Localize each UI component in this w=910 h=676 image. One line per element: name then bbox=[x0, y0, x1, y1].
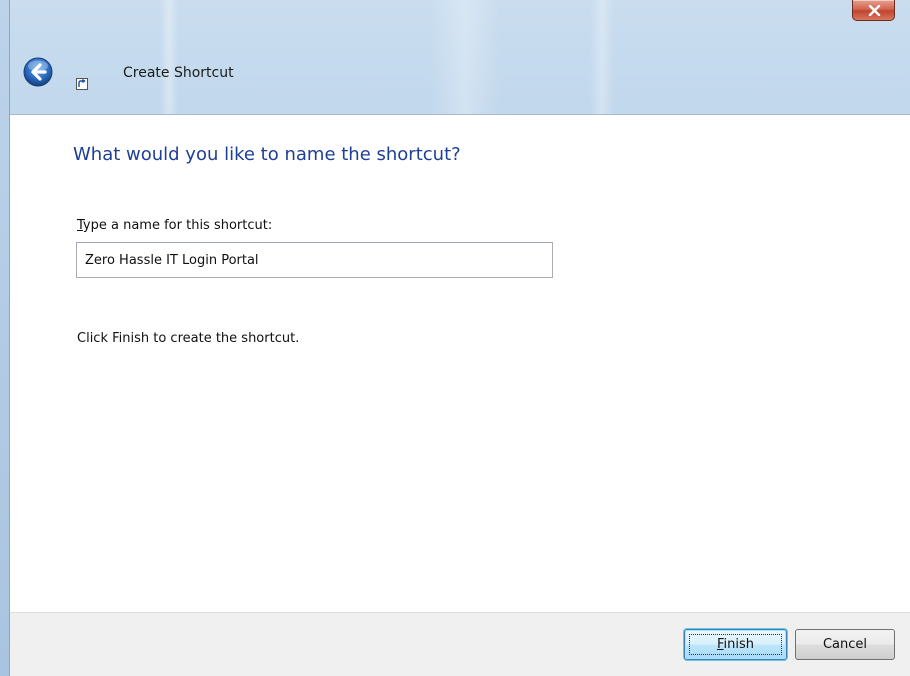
create-shortcut-window: Create Shortcut What would you like to n… bbox=[0, 0, 910, 676]
window-title: Create Shortcut bbox=[123, 65, 234, 81]
finish-button[interactable]: Finish bbox=[684, 629, 787, 660]
wizard-page: What would you like to name the shortcut… bbox=[10, 114, 910, 613]
cancel-button[interactable]: Cancel bbox=[795, 629, 895, 660]
back-button[interactable] bbox=[23, 57, 53, 87]
shortcut-name-input[interactable] bbox=[76, 242, 553, 278]
instruction-text: Click Finish to create the shortcut. bbox=[77, 331, 300, 346]
shortcut-name-label: Type a name for this shortcut: bbox=[77, 218, 272, 233]
button-bar: Finish Cancel bbox=[10, 612, 910, 676]
window-left-border bbox=[0, 0, 10, 676]
window-client-area: Create Shortcut What would you like to n… bbox=[10, 0, 910, 676]
page-heading: What would you like to name the shortcut… bbox=[73, 144, 461, 165]
navigation-bar: Create Shortcut bbox=[10, 40, 910, 114]
focus-rectangle bbox=[689, 634, 782, 655]
back-arrow-icon bbox=[23, 57, 53, 87]
label-text: ype a name for this shortcut: bbox=[82, 218, 273, 233]
shortcut-icon bbox=[76, 75, 88, 90]
